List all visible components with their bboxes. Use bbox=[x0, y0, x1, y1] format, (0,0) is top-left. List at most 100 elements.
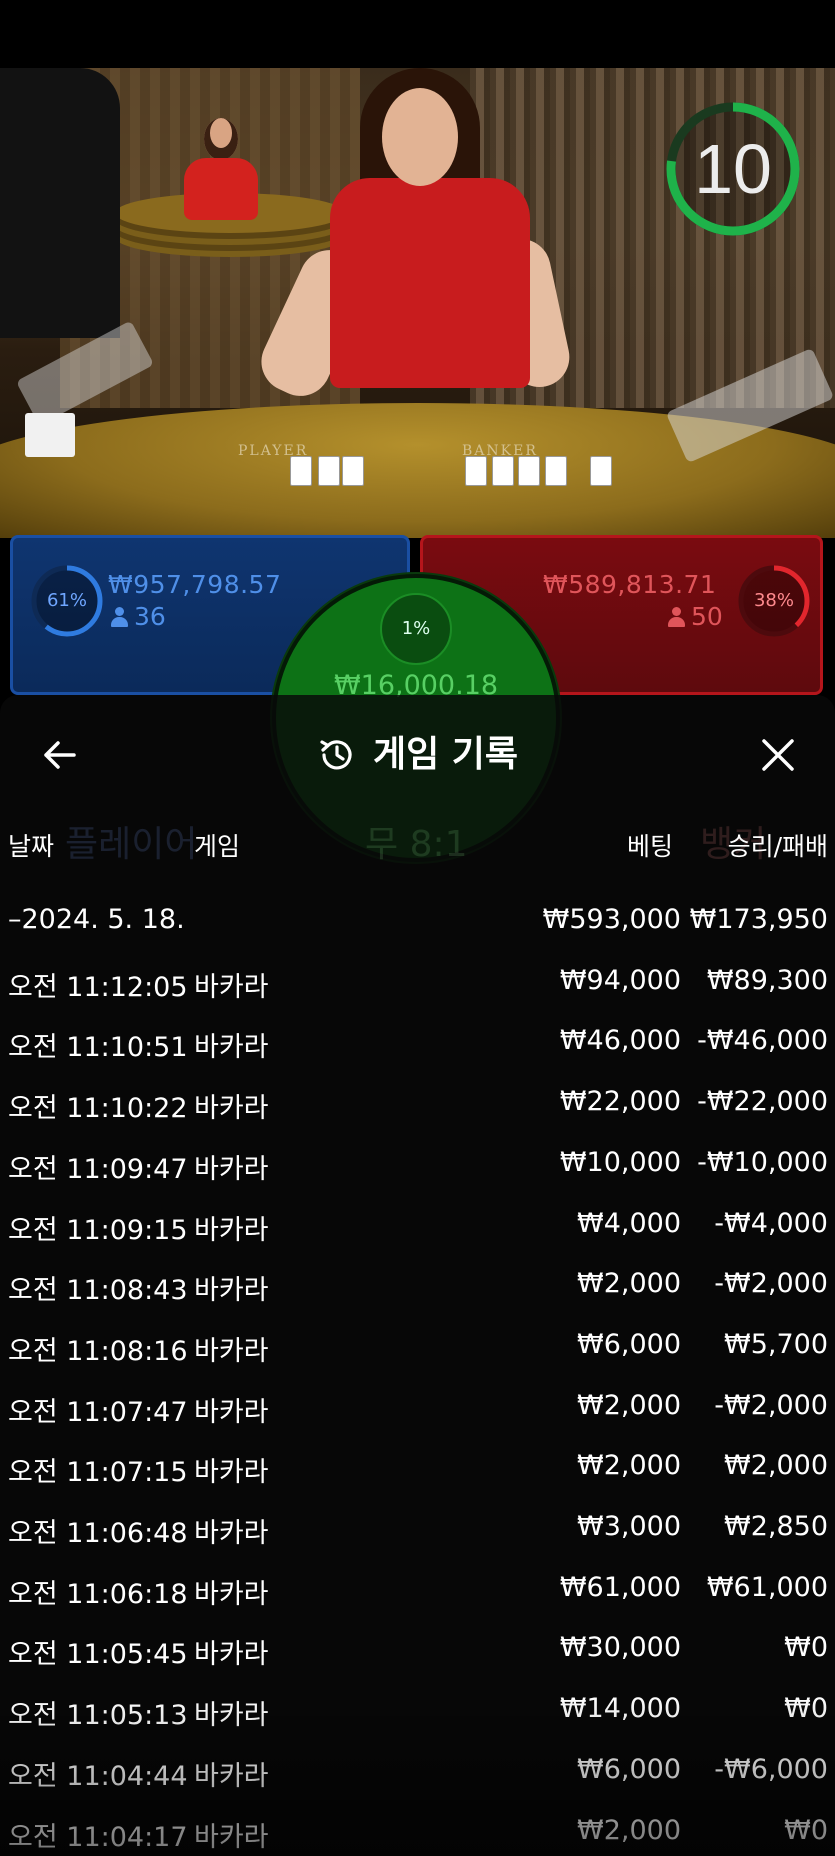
history-bet: ₩6,000 bbox=[577, 1753, 681, 1785]
player-total-bet: ₩957,798.57 bbox=[108, 570, 282, 599]
panel-header: 게임 기록 bbox=[0, 695, 835, 805]
player-percent-ring: 61% bbox=[29, 563, 105, 639]
history-bet: ₩30,000 bbox=[559, 1632, 681, 1664]
history-game: 바카라 bbox=[194, 1032, 269, 1064]
history-date: 오전 11:04:44 bbox=[8, 1760, 188, 1792]
banker-percent: 38% bbox=[753, 590, 794, 611]
history-result: ₩0 bbox=[784, 1814, 828, 1846]
history-date: 오전 11:08:43 bbox=[8, 1275, 188, 1307]
player-card bbox=[342, 456, 364, 486]
history-result: ₩2,000 bbox=[724, 1450, 828, 1482]
history-date: 오전 11:05:13 bbox=[8, 1700, 188, 1732]
banker-card bbox=[492, 456, 514, 486]
history-date: 오전 11:05:45 bbox=[8, 1639, 188, 1671]
history-result: -₩46,000 bbox=[697, 1025, 828, 1057]
player-count: 36 bbox=[111, 602, 166, 631]
history-row[interactable]: 오전 11:07:15 바카라 ₩2,000 ₩2,000 bbox=[0, 1438, 835, 1498]
game-history-panel: 플레이어 무 8:1 뱅커 게임 기록 날짜 게임 베팅 승리/패배 –2024… bbox=[0, 695, 835, 1856]
history-date: 오전 11:12:05 bbox=[8, 971, 188, 1003]
history-date: 오전 11:08:16 bbox=[8, 1335, 188, 1367]
timer-value: 10 bbox=[694, 130, 772, 208]
history-row[interactable]: 오전 11:08:43 바카라 ₩2,000 -₩2,000 bbox=[0, 1256, 835, 1316]
panel-title-text: 게임 기록 bbox=[372, 734, 518, 775]
history-result: -₩6,000 bbox=[714, 1753, 828, 1785]
history-bet: ₩3,000 bbox=[577, 1511, 681, 1542]
history-date: 오전 11:07:47 bbox=[8, 1396, 188, 1428]
history-result: ₩0 bbox=[784, 1693, 828, 1725]
history-row[interactable]: 오전 11:12:05 바카라 ₩94,000 ₩89,300 bbox=[0, 953, 835, 1013]
history-bet: ₩2,000 bbox=[577, 1389, 681, 1421]
history-game: 바카라 bbox=[194, 1578, 269, 1610]
player-percent: 61% bbox=[46, 590, 87, 611]
dealer bbox=[251, 68, 575, 418]
history-row[interactable]: 오전 11:04:44 바카라 ₩6,000 -₩6,000 bbox=[0, 1742, 835, 1802]
history-result: ₩61,000 bbox=[706, 1571, 828, 1603]
column-game: 게임 bbox=[194, 832, 241, 861]
history-game: 바카라 bbox=[194, 1639, 269, 1671]
history-game: 바카라 bbox=[194, 1396, 269, 1428]
history-row[interactable]: 오전 11:10:22 바카라 ₩22,000 -₩22,000 bbox=[0, 1074, 835, 1134]
banker-total-bet: ₩589,813.71 bbox=[543, 570, 717, 599]
player-card bbox=[290, 456, 312, 486]
history-result: ₩0 bbox=[784, 1632, 828, 1664]
table-header: 날짜 게임 베팅 승리/패배 bbox=[0, 827, 835, 867]
history-date: 오전 11:10:51 bbox=[8, 1032, 188, 1064]
history-result: ₩89,300 bbox=[706, 964, 828, 996]
player-card bbox=[318, 456, 340, 486]
history-row[interactable]: 오전 11:06:18 바카라 ₩61,000 ₩61,000 bbox=[0, 1560, 835, 1620]
history-row[interactable]: 오전 11:09:15 바카라 ₩4,000 -₩4,000 bbox=[0, 1196, 835, 1256]
history-row[interactable]: 오전 11:04:17 바카라 ₩2,000 ₩0 bbox=[0, 1803, 835, 1856]
history-bet: ₩2,000 bbox=[577, 1814, 681, 1846]
history-result: -₩2,000 bbox=[714, 1268, 828, 1300]
history-bet: ₩10,000 bbox=[559, 1146, 681, 1178]
history-game: 바카라 bbox=[194, 1093, 269, 1125]
history-row[interactable]: 오전 11:07:47 바카라 ₩2,000 -₩2,000 bbox=[0, 1378, 835, 1438]
history-bet: ₩4,000 bbox=[577, 1207, 681, 1239]
history-bet: ₩2,000 bbox=[577, 1450, 681, 1482]
history-bet: ₩61,000 bbox=[559, 1571, 681, 1603]
history-result: -₩10,000 bbox=[697, 1146, 828, 1178]
history-date: 오전 11:04:17 bbox=[8, 1821, 188, 1853]
history-result: ₩173,950 bbox=[689, 904, 828, 935]
column-date: 날짜 bbox=[8, 832, 55, 861]
history-row[interactable]: 오전 11:06:48 바카라 ₩3,000 ₩2,850 bbox=[0, 1499, 835, 1559]
history-icon bbox=[320, 740, 352, 770]
history-date: –2024. 5. 18. bbox=[8, 904, 185, 935]
history-game: 바카라 bbox=[194, 1518, 269, 1549]
close-button[interactable] bbox=[748, 725, 808, 785]
close-icon bbox=[762, 739, 794, 771]
countdown-timer: 10 bbox=[662, 98, 804, 240]
history-result: -₩2,000 bbox=[714, 1389, 828, 1421]
banker-card bbox=[590, 456, 612, 486]
history-result: -₩22,000 bbox=[697, 1086, 828, 1118]
side-dealer bbox=[0, 68, 120, 338]
column-result: 승리/패배 bbox=[727, 832, 828, 861]
history-date: 오전 11:06:48 bbox=[8, 1518, 188, 1549]
history-game: 바카라 bbox=[194, 1153, 269, 1185]
history-date: 오전 11:07:15 bbox=[8, 1457, 188, 1489]
panel-title: 게임 기록 bbox=[0, 725, 835, 785]
history-game: 바카라 bbox=[194, 1457, 269, 1489]
banker-card bbox=[545, 456, 567, 486]
history-date: 오전 11:09:47 bbox=[8, 1153, 188, 1185]
card-deck bbox=[25, 413, 75, 457]
history-result: ₩2,850 bbox=[724, 1511, 828, 1542]
history-row[interactable]: 오전 11:08:16 바카라 ₩6,000 ₩5,700 bbox=[0, 1317, 835, 1377]
history-bet: ₩46,000 bbox=[559, 1025, 681, 1057]
banker-percent-ring: 38% bbox=[736, 563, 812, 639]
history-game: 바카라 bbox=[194, 971, 269, 1003]
history-bet: ₩593,000 bbox=[542, 904, 681, 935]
history-row[interactable]: 오전 11:05:13 바카라 ₩14,000 ₩0 bbox=[0, 1681, 835, 1741]
tie-percent: 1% bbox=[401, 618, 431, 639]
history-row[interactable]: –2024. 5. 18. ₩593,000 ₩173,950 bbox=[0, 892, 835, 952]
history-date: 오전 11:09:15 bbox=[8, 1214, 188, 1246]
banker-card bbox=[518, 456, 540, 486]
history-game: 바카라 bbox=[194, 1275, 269, 1307]
history-game: 바카라 bbox=[194, 1700, 269, 1732]
history-row[interactable]: 오전 11:05:45 바카라 ₩30,000 ₩0 bbox=[0, 1620, 835, 1680]
background-dealer bbox=[180, 118, 260, 228]
history-row[interactable]: 오전 11:09:47 바카라 ₩10,000 -₩10,000 bbox=[0, 1135, 835, 1195]
history-bet: ₩6,000 bbox=[577, 1328, 681, 1360]
history-row[interactable]: 오전 11:10:51 바카라 ₩46,000 -₩46,000 bbox=[0, 1013, 835, 1073]
history-game: 바카라 bbox=[194, 1760, 269, 1792]
